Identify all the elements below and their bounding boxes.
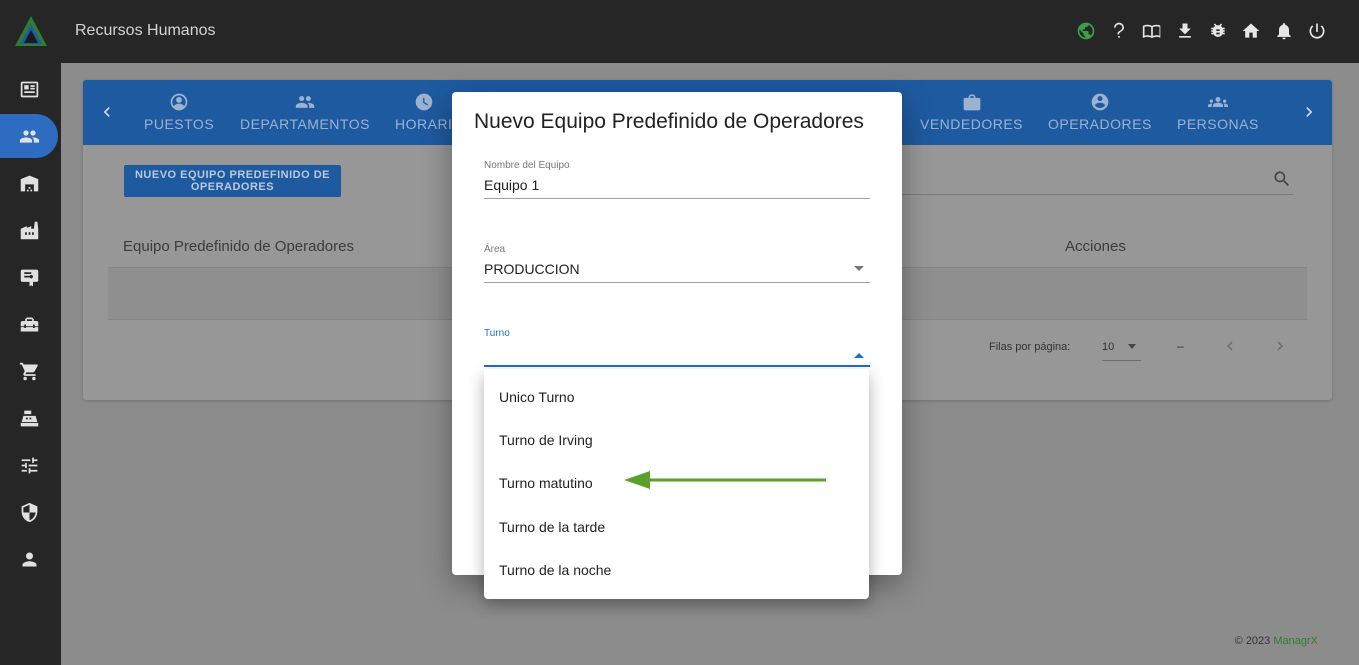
sidebar-item-register[interactable] bbox=[0, 396, 61, 440]
chevron-left-icon bbox=[103, 107, 110, 117]
shield-icon bbox=[21, 502, 38, 522]
rows-per-page-label: Filas por página: bbox=[989, 341, 1071, 353]
shift-label: Turno bbox=[484, 328, 510, 339]
footer-brand[interactable]: ManagrX bbox=[1273, 635, 1318, 647]
top-bar: Recursos Humanos bbox=[0, 0, 1359, 63]
prev-page-button[interactable] bbox=[1221, 337, 1239, 355]
shift-option-noche[interactable]: Turno de la noche bbox=[484, 549, 869, 592]
groups-icon bbox=[1207, 97, 1228, 107]
people-icon bbox=[19, 129, 40, 143]
sidebar-item-factory[interactable] bbox=[0, 208, 61, 252]
cart-icon bbox=[19, 362, 38, 380]
annotation-arrow bbox=[624, 471, 826, 489]
tab-personas[interactable]: PERSONAS bbox=[1177, 92, 1259, 132]
globe-icon[interactable] bbox=[1074, 19, 1098, 43]
sliders-icon bbox=[21, 457, 38, 473]
sidebar bbox=[0, 63, 61, 665]
chevron-right-icon bbox=[1306, 107, 1313, 117]
tabs-next-button[interactable] bbox=[1299, 102, 1319, 122]
home-icon[interactable] bbox=[1239, 19, 1263, 43]
tab-label: PERSONAS bbox=[1177, 116, 1259, 132]
warehouse-icon bbox=[20, 175, 39, 191]
power-icon[interactable] bbox=[1305, 19, 1329, 43]
factory-icon bbox=[20, 221, 39, 239]
sidebar-item-news[interactable] bbox=[0, 67, 61, 111]
person-icon bbox=[22, 552, 37, 566]
tab-horarios[interactable]: HORARI bbox=[395, 92, 452, 132]
bell-icon[interactable] bbox=[1272, 19, 1296, 43]
sidebar-item-warehouse[interactable] bbox=[0, 161, 61, 205]
account-circle-icon bbox=[1091, 93, 1109, 111]
area-value: PRODUCCION bbox=[484, 261, 580, 277]
tab-label: HORARI bbox=[395, 116, 453, 132]
account-circle-icon bbox=[170, 93, 188, 111]
tab-label: PUESTOS bbox=[144, 116, 215, 132]
new-team-button[interactable]: NUEVO EQUIPO PREDEFINIDO DE OPERADORES bbox=[124, 165, 341, 197]
column-header-actions: Acciones bbox=[1065, 238, 1126, 255]
team-name-label: Nombre del Equipo bbox=[484, 160, 570, 171]
tab-label: OPERADORES bbox=[1048, 116, 1152, 132]
area-select[interactable]: Área PRODUCCION bbox=[484, 244, 870, 283]
register-icon bbox=[20, 410, 39, 426]
tab-vendedores[interactable]: VENDEDORES bbox=[920, 92, 1023, 132]
tab-departamentos[interactable]: DEPARTAMENTOS bbox=[240, 92, 370, 132]
team-name-field[interactable]: Nombre del Equipo Equipo 1 bbox=[484, 160, 870, 199]
app-logo[interactable] bbox=[13, 14, 49, 48]
column-header-team[interactable]: Equipo Predefinido de Operadores bbox=[123, 238, 354, 255]
caret-down-icon bbox=[854, 266, 864, 271]
app-title: Recursos Humanos bbox=[75, 22, 216, 39]
help-icon[interactable] bbox=[1107, 19, 1131, 43]
sidebar-item-sliders[interactable] bbox=[0, 443, 61, 487]
rows-per-page-value: 10 bbox=[1102, 341, 1115, 353]
pager-range: – bbox=[1177, 339, 1184, 353]
clock-icon bbox=[415, 93, 433, 111]
bug-icon[interactable] bbox=[1206, 19, 1230, 43]
sidebar-item-toolbox[interactable] bbox=[0, 302, 61, 346]
tab-label: DEPARTAMENTOS bbox=[240, 116, 370, 132]
book-icon[interactable] bbox=[1140, 19, 1164, 43]
people-icon bbox=[295, 96, 315, 108]
area-label: Área bbox=[484, 244, 506, 255]
sidebar-item-cart[interactable] bbox=[0, 349, 61, 393]
shift-select-value[interactable] bbox=[484, 345, 870, 367]
certificate-icon bbox=[20, 269, 39, 286]
shift-option-unico[interactable]: Unico Turno bbox=[484, 375, 869, 418]
sidebar-item-shield[interactable] bbox=[0, 490, 61, 534]
tab-operadores[interactable]: OPERADORES bbox=[1048, 92, 1152, 132]
sidebar-item-person[interactable] bbox=[0, 537, 61, 581]
dialog-title: Nuevo Equipo Predefinido de Operadores bbox=[474, 110, 864, 133]
toolbox-icon bbox=[20, 317, 39, 331]
sidebar-item-certificate[interactable] bbox=[0, 255, 61, 299]
tab-label: VENDEDORES bbox=[920, 116, 1024, 132]
briefcase-icon bbox=[963, 94, 980, 111]
download-icon[interactable] bbox=[1173, 19, 1197, 43]
search-icon[interactable] bbox=[1272, 169, 1292, 189]
search-input[interactable] bbox=[901, 194, 1293, 195]
shift-option-irving[interactable]: Turno de Irving bbox=[484, 418, 869, 461]
news-icon bbox=[20, 81, 39, 97]
chevron-left-icon bbox=[1227, 341, 1233, 351]
next-page-button[interactable] bbox=[1271, 337, 1289, 355]
caret-up-icon bbox=[854, 353, 864, 358]
shift-option-tarde[interactable]: Turno de la tarde bbox=[484, 505, 869, 548]
footer: © 2023 ManagrX bbox=[1235, 635, 1318, 647]
sidebar-item-people[interactable] bbox=[0, 114, 58, 158]
chevron-right-icon bbox=[1277, 341, 1283, 351]
shift-select[interactable]: Turno bbox=[484, 328, 870, 367]
tabs-prev-button[interactable] bbox=[97, 102, 117, 122]
rows-per-page-select[interactable]: 10 bbox=[1102, 335, 1141, 361]
tab-puestos[interactable]: PUESTOS bbox=[144, 92, 214, 132]
caret-down-icon bbox=[1128, 344, 1136, 349]
team-name-input[interactable]: Equipo 1 bbox=[484, 177, 870, 199]
area-select-value[interactable]: PRODUCCION bbox=[484, 261, 870, 283]
footer-copyright: © 2023 bbox=[1234, 635, 1271, 647]
